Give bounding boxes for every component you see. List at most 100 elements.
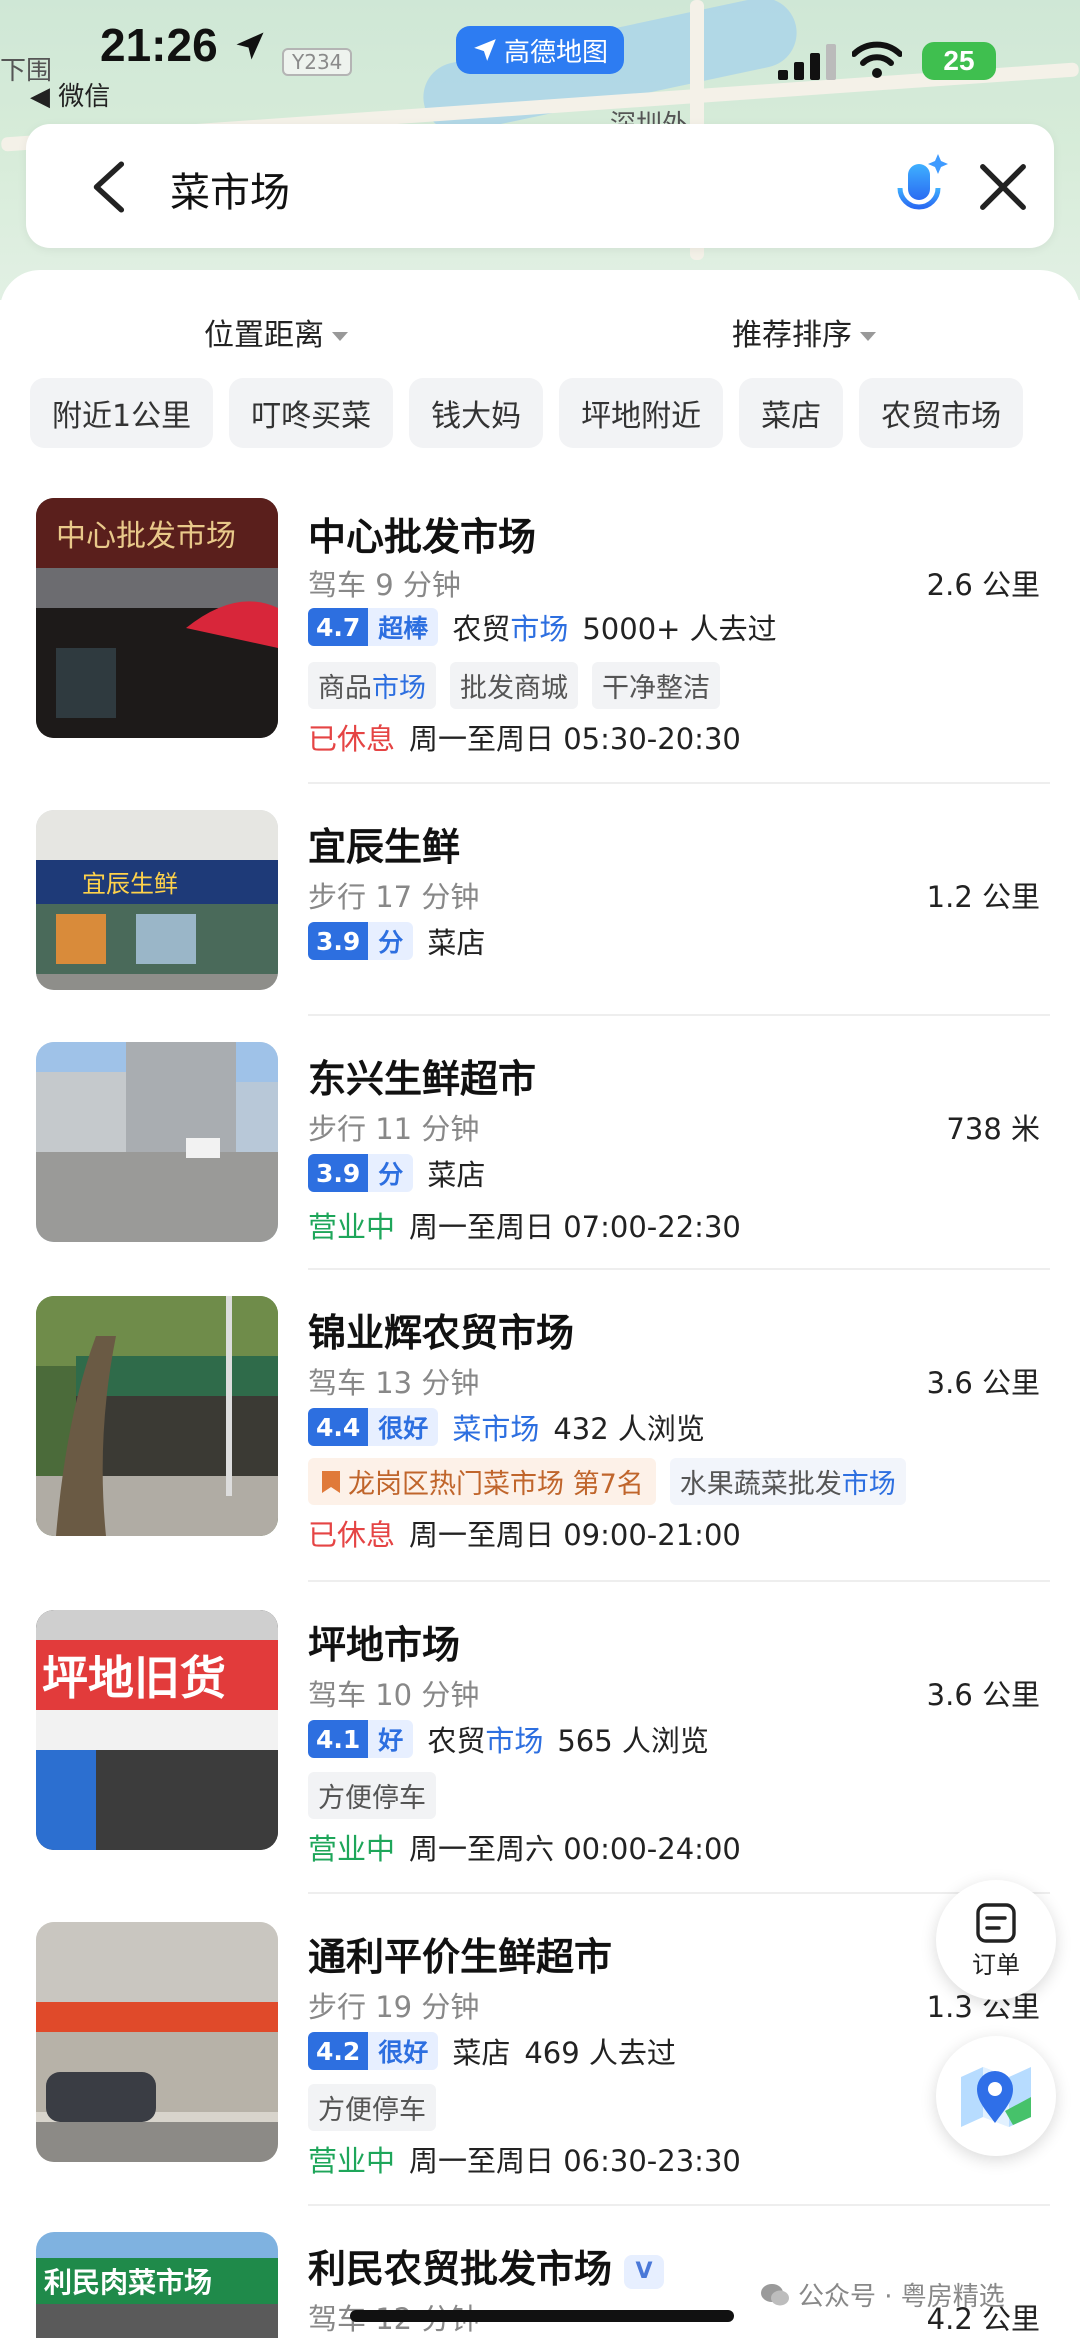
rating-score: 3.9 [308,1154,369,1192]
rating-score: 4.7 [308,608,369,646]
sort-recommend-dropdown[interactable]: 推荐排序 [732,310,876,354]
search-query[interactable]: 菜市场 [170,160,290,218]
road-badge: Y234 [282,48,353,76]
view-stat: 565 人浏览 [557,1724,709,1758]
visit-stat: 5000+ 人去过 [582,612,777,646]
filter-chip[interactable]: 附近1公里 [30,378,214,448]
poi-name-text: 利民农贸批发市场 [308,2247,613,2291]
ranking-text: 龙岗区热门菜市场 第7名 [348,1469,644,1500]
ranking-badge[interactable]: 龙岗区热门菜市场 第7名 [308,1458,656,1505]
business-hours: 周一至周日 05:30-20:30 [409,722,741,756]
app-pill[interactable]: 高德地图 [456,26,624,74]
rating-badge: 4.4 很好 [308,1408,439,1446]
tag-text: 水果蔬菜批发 [679,1469,842,1500]
wechat-icon [761,2283,789,2305]
travel-time: 步行 17 分钟 [308,880,480,914]
travel-time: 驾车 13 分钟 [308,1366,480,1400]
voice-search-icon[interactable] [888,150,954,222]
tag-text: 商品 [318,673,372,704]
category: 菜店 [452,2036,511,2070]
app-pill-label: 高德地图 [503,37,608,68]
travel-time: 步行 19 分钟 [308,1990,480,2024]
business-status: 已休息 [308,722,396,756]
navigation-icon [474,39,496,61]
rating-score: 4.2 [308,2032,369,2070]
divider [308,1268,1050,1270]
category-highlight: 市场 [485,1724,544,1758]
filter-chip[interactable]: 钱大妈 [409,378,544,448]
watermark: 公众号 · 粤房精选 [760,2276,1005,2313]
rating-badge: 3.9 分 [308,1154,414,1192]
category: 菜店 [427,926,486,960]
poi-photo: 坪地旧货 [36,1610,278,1850]
business-hours: 周一至周日 09:00-21:00 [409,1518,741,1552]
view-stat: 432 人浏览 [553,1412,705,1446]
rating-word: 很好 [368,2032,439,2070]
map-view-button[interactable] [936,2036,1056,2156]
poi-photo: 宜辰生鲜 [36,810,278,990]
order-button[interactable]: 订单 [936,1880,1056,2000]
filter-chips: 附近1公里 叮咚买菜 钱大妈 坪地附近 菜店 农贸市场 [30,378,1024,448]
category-text: 农贸 [427,1724,486,1758]
sort-distance-dropdown[interactable]: 位置距离 [204,310,348,354]
poi-name: 中心批发市场 [308,515,537,559]
sort-distance-label: 位置距离 [204,318,324,353]
location-arrow-icon [236,32,264,60]
filter-chip[interactable]: 菜店 [739,378,844,448]
sort-recommend-label: 推荐排序 [732,318,852,353]
category-text: 农贸 [452,612,511,646]
battery-indicator: 25 [922,42,996,80]
rating-badge: 4.2 很好 [308,2032,439,2070]
battery-level: 25 [943,45,975,76]
distance: 738 米 [946,1112,1040,1146]
poi-name: 通利平价生鲜超市 [308,1935,613,1979]
distance: 3.6 公里 [926,1678,1040,1712]
tag-highlight: 市场 [841,1469,896,1500]
rating-word: 分 [368,922,414,960]
rating-badge: 3.9 分 [308,922,414,960]
rating-score: 3.9 [308,922,369,960]
rating-word: 好 [368,1720,414,1758]
business-hours: 周一至周六 00:00-24:00 [409,1832,741,1866]
back-arrow-icon[interactable] [86,160,136,214]
photo-sign-text: 坪地旧货 [42,1651,226,1705]
filter-chip[interactable]: 农贸市场 [859,378,1024,448]
category: 菜市场 [452,1412,540,1446]
feature-tag: 商品市场 [308,662,436,709]
photo-sign-text: 中心批发市场 [56,519,236,554]
home-indicator[interactable] [350,2310,734,2322]
back-to-wechat-link[interactable]: ◀ 微信 [30,76,110,113]
divider [308,1892,1050,1894]
map-pin-icon [961,2067,1031,2127]
visit-stat: 469 人去过 [524,2036,676,2070]
rating-word: 很好 [368,1408,439,1446]
business-status: 营业中 [308,1210,396,1244]
divider [308,1014,1050,1016]
verified-badge: V [624,2254,665,2289]
divider [308,1580,1050,1582]
signal-icon [778,44,836,80]
category-highlight: 市场 [510,612,569,646]
poi-photo [36,1922,278,2162]
wifi-icon [852,41,902,78]
status-bar: 21:26 Y234 ◀ 微信 高德地图 25 [0,0,1080,120]
rating-score: 4.4 [308,1408,369,1446]
watermark-text: 公众号 · 粤房精选 [798,2282,1005,2312]
poi-photo: 利民肉菜市场 [36,2232,278,2338]
clock: 21:26 [100,19,218,71]
poi-name: 利民农贸批发市场 V [308,2238,665,2293]
divider [308,2204,1050,2206]
tag-highlight: 市场 [372,673,426,704]
filter-chip[interactable]: 坪地附近 [559,378,724,448]
poi-name: 锦业辉农贸市场 [308,1311,575,1355]
bookmark-icon [322,1470,340,1493]
divider [308,782,1050,784]
travel-time: 步行 11 分钟 [308,1112,480,1146]
poi-photo [36,1042,278,1242]
filter-chip[interactable]: 叮咚买菜 [229,378,394,448]
poi-name: 东兴生鲜超市 [308,1057,537,1101]
photo-sign-text: 宜辰生鲜 [82,870,178,898]
search-bar: 菜市场 [26,124,1054,248]
close-icon[interactable] [976,160,1030,214]
travel-time: 驾车 10 分钟 [308,1678,480,1712]
